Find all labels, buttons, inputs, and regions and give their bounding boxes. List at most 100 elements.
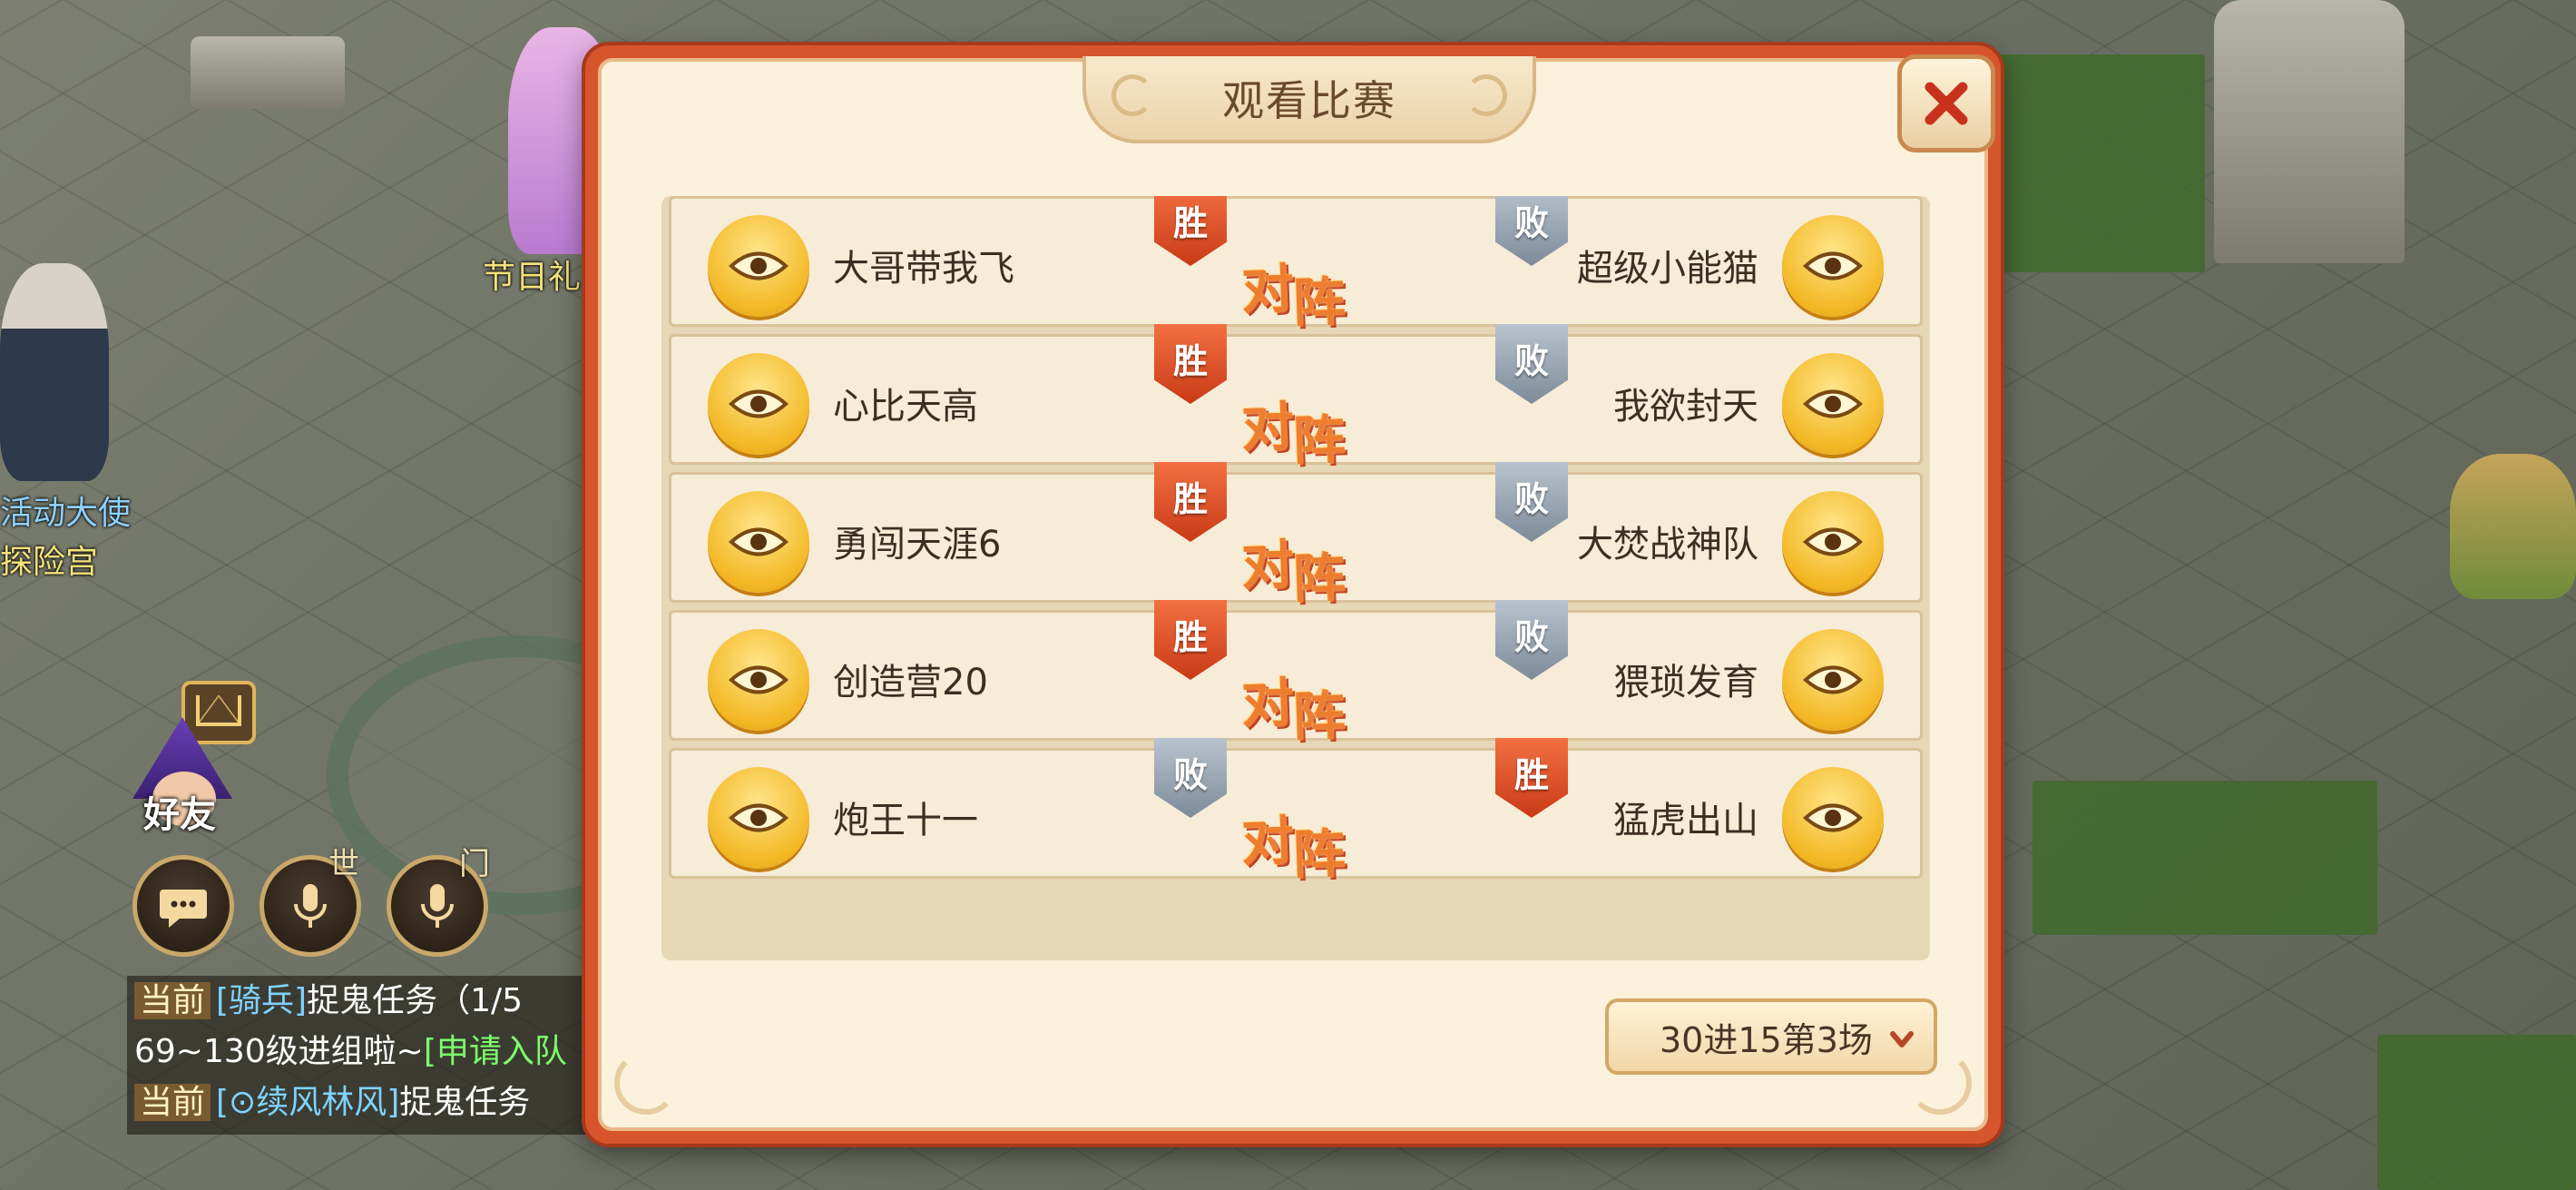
npc-ambassador[interactable]	[0, 263, 109, 481]
dialog-title: 观看比赛	[1222, 76, 1396, 125]
npc-label-festival: 节日礼	[483, 259, 582, 296]
close-icon	[1925, 82, 1968, 125]
vs-char: 对	[1240, 258, 1294, 321]
npc-merchant[interactable]	[2450, 454, 2576, 599]
title-plate: 观看比赛	[1082, 56, 1536, 143]
dialog-body: 观看比赛 大哥带我飞 胜 对阵 败 超级小能猫 心比天高 胜 对阵 败 我欲封天…	[598, 54, 1995, 1131]
result-badge-right: 败	[1495, 600, 1568, 680]
match-row: 创造营20 胜 对阵 败 猥琐发育	[669, 600, 1923, 748]
vs-label: 对阵	[1240, 796, 1345, 886]
chat-button[interactable]	[132, 855, 234, 957]
chat-text: 69~130级进组啦~	[134, 1033, 424, 1070]
chat-line: 当前 [⊙续风林风]捉鬼任务	[127, 1077, 599, 1128]
watch-left-button[interactable]	[708, 629, 809, 731]
eye-icon	[1803, 527, 1863, 556]
vs-char: 对	[1240, 396, 1294, 459]
stone-ornament	[191, 36, 345, 109]
vs-char: 对	[1240, 534, 1294, 597]
eye-icon	[729, 665, 788, 694]
chat-sender[interactable]: [骑兵]	[216, 982, 307, 1019]
friends-label: 好友	[143, 794, 216, 836]
result-badge-left: 胜	[1154, 462, 1227, 542]
vs-label: 对阵	[1240, 244, 1345, 334]
result-badge-right: 败	[1495, 196, 1568, 266]
watch-right-button[interactable]	[1782, 629, 1884, 731]
corner-ornament	[614, 1051, 678, 1115]
grass-patch	[2377, 1035, 2576, 1190]
eye-icon	[1803, 803, 1863, 832]
close-button[interactable]	[1897, 54, 1995, 152]
chat-channel: 当前	[134, 1084, 211, 1121]
corner-ornament	[1908, 1051, 1972, 1115]
vs-label: 对阵	[1240, 658, 1345, 748]
microphone-icon	[294, 884, 327, 928]
microphone-icon	[421, 884, 454, 928]
match-row: 勇闯天涯6 胜 对阵 败 大焚战神队	[669, 462, 1923, 610]
voice-guild-tag: 门	[459, 846, 490, 882]
watch-right-button[interactable]	[1782, 491, 1884, 593]
friends-button[interactable]: 好友	[125, 717, 243, 836]
chat-text: 捉鬼任务（1/5	[307, 982, 524, 1019]
result-badge-right: 胜	[1495, 738, 1568, 818]
watch-left-button[interactable]	[708, 353, 809, 455]
chat-bubble-icon	[160, 890, 207, 928]
match-list[interactable]: 大哥带我飞 胜 对阵 败 超级小能猫 心比天高 胜 对阵 败 我欲封天 勇闯天涯…	[661, 196, 1930, 960]
team-left-name: 创造营20	[833, 662, 988, 703]
vs-label: 对阵	[1240, 520, 1345, 610]
match-row: 炮王十一 败 对阵 胜 猛虎出山	[669, 738, 1923, 886]
team-right-name: 猛虎出山	[1613, 800, 1758, 841]
round-selector-dropdown[interactable]: 30进15第3场	[1605, 998, 1937, 1075]
chat-line: 69~130级进组啦~[申请入队	[127, 1027, 599, 1077]
match-row: 心比天高 胜 对阵 败 我欲封天	[669, 324, 1923, 472]
vs-char: 对	[1240, 810, 1294, 873]
watch-right-button[interactable]	[1782, 767, 1884, 869]
chat-link[interactable]: [申请入队	[424, 1033, 567, 1070]
eye-icon	[729, 803, 788, 832]
watch-left-button[interactable]	[708, 491, 809, 593]
round-selector-value: 30进15第3场	[1660, 1019, 1873, 1060]
chat-log[interactable]: 当前 [骑兵]捉鬼任务（1/5 69~130级进组啦~[申请入队 当前 [⊙续风林风…	[127, 976, 599, 1135]
result-badge-left: 败	[1154, 738, 1227, 818]
team-right-name: 大焚战神队	[1577, 524, 1758, 565]
team-left-name: 勇闯天涯6	[833, 524, 1002, 565]
eye-icon	[1803, 251, 1863, 280]
watch-right-button[interactable]	[1782, 215, 1884, 317]
chat-sender[interactable]: [⊙续风林风]	[216, 1084, 399, 1121]
result-badge-right: 败	[1495, 324, 1568, 404]
voice-world-tag: 世	[328, 846, 359, 882]
npc-label-ambassador: 活动大使	[0, 495, 132, 532]
vs-char: 阵	[1291, 546, 1345, 610]
chat-text: 捉鬼任务	[399, 1084, 531, 1121]
result-badge-right: 败	[1495, 462, 1568, 542]
chat-line: 当前 [骑兵]捉鬼任务（1/5	[127, 976, 599, 1027]
chat-channel: 当前	[134, 982, 211, 1019]
team-right-name: 我欲封天	[1613, 386, 1758, 428]
eye-icon	[729, 389, 788, 418]
vs-label: 对阵	[1240, 382, 1345, 472]
npc-label-explore: 探险宫	[0, 544, 99, 581]
eye-icon	[729, 251, 788, 280]
team-left-name: 大哥带我飞	[833, 248, 1014, 290]
result-badge-left: 胜	[1154, 196, 1227, 266]
match-row: 大哥带我飞 胜 对阵 败 超级小能猫	[669, 196, 1923, 334]
result-badge-left: 胜	[1154, 600, 1227, 680]
vs-char: 阵	[1291, 822, 1345, 886]
grass-patch	[2032, 781, 2377, 935]
watch-match-dialog: 观看比赛 大哥带我飞 胜 对阵 败 超级小能猫 心比天高 胜 对阵 败 我欲封天…	[585, 45, 2001, 1144]
team-left-name: 炮王十一	[833, 800, 978, 841]
eye-icon	[1803, 665, 1863, 694]
watch-right-button[interactable]	[1782, 353, 1884, 455]
watch-left-button[interactable]	[708, 767, 809, 869]
team-right-name: 超级小能猫	[1577, 248, 1758, 290]
lion-statue	[2214, 0, 2405, 263]
result-badge-left: 胜	[1154, 324, 1227, 404]
team-right-name: 猥琐发育	[1613, 662, 1758, 703]
vs-char: 对	[1240, 672, 1294, 735]
eye-icon	[729, 527, 788, 556]
chevron-down-icon	[1890, 1031, 1914, 1047]
team-left-name: 心比天高	[833, 386, 978, 428]
vs-char: 阵	[1291, 684, 1345, 748]
vs-char: 阵	[1291, 270, 1345, 334]
vs-char: 阵	[1291, 408, 1345, 472]
watch-left-button[interactable]	[708, 215, 809, 317]
